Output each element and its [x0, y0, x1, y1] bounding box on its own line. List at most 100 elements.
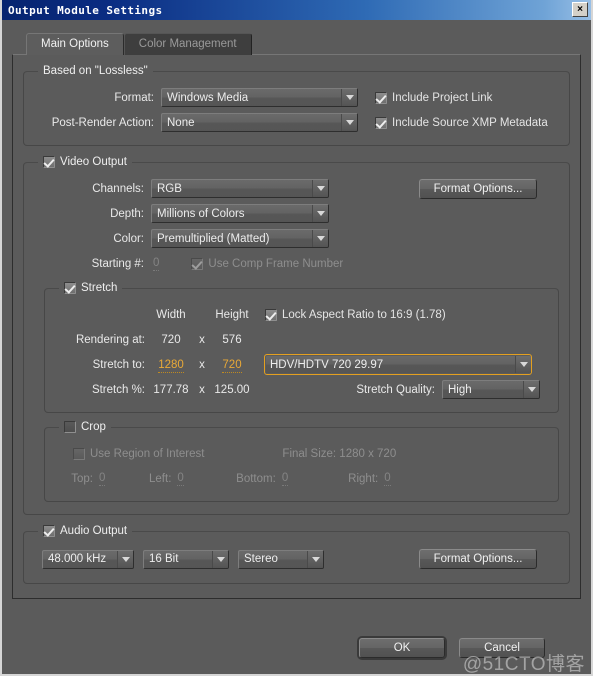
stretch-checkbox-icon[interactable] [64, 282, 76, 294]
checkbox-icon [375, 116, 387, 129]
color-value: Premultiplied (Matted) [157, 232, 270, 245]
audio-output-checkbox-icon[interactable] [43, 525, 55, 537]
stretch-preset-select[interactable]: HDV/HDTV 720 29.97 [264, 354, 532, 375]
stretch-percent-width-value[interactable]: 177.78 [145, 384, 197, 396]
ok-button[interactable]: OK [359, 638, 445, 658]
group-stretch: Stretch Width Height Lock Aspect Ratio t… [44, 282, 559, 413]
audio-bit-depth-select[interactable]: 16 Bit [143, 549, 229, 569]
color-label: Color: [113, 232, 144, 245]
depth-label: Depth: [110, 207, 144, 220]
crop-left-label: Left: [149, 472, 172, 485]
chevron-down-icon [341, 114, 357, 131]
stretch-quality-label: Stretch Quality: [356, 383, 435, 396]
rendering-at-width-value: 720 [161, 333, 181, 346]
post-render-action-value: None [167, 116, 195, 129]
final-size-label: Final Size: 1280 x 720 [282, 447, 397, 460]
channels-label: Channels: [92, 182, 144, 195]
stretch-percent-label: Stretch %: [91, 383, 145, 396]
rendering-at-label: Rendering at: [75, 333, 145, 346]
video-output-checkbox-icon[interactable] [43, 156, 55, 168]
group-video-output: Video Output Channels: RGB Format Option… [23, 156, 570, 515]
crop-checkbox-icon[interactable] [64, 421, 76, 433]
lock-aspect-ratio-label: Lock Aspect Ratio to 16:9 (1.78) [282, 308, 446, 321]
format-select[interactable]: Windows Media [161, 88, 358, 107]
stretch-to-height-value[interactable]: 720 [222, 358, 242, 373]
row-audio-settings: 48.000 kHz 16 Bit Stereo Format Options.… [34, 545, 559, 573]
checkbox-icon [73, 447, 85, 460]
stretch-to-separator: x [199, 358, 205, 371]
post-render-action-label: Post-Render Action: [51, 116, 154, 129]
starting-number-label: Starting #: [91, 257, 144, 270]
rendering-at-separator: x [199, 333, 205, 346]
dialog-content: Main Options Color Management Based on "… [2, 20, 591, 628]
crop-top-label: Top: [71, 472, 93, 485]
row-region-of-interest: Use Region of Interest Final Size: 1280 … [55, 441, 548, 466]
crop-bottom-label: Bottom: [236, 472, 276, 485]
include-project-link-checkbox[interactable]: Include Project Link [375, 91, 493, 104]
group-video-output-legend: Video Output [38, 156, 132, 168]
cancel-button[interactable]: Cancel [459, 638, 545, 658]
dialog-footer: OK Cancel @51CTO博客 [2, 628, 591, 675]
color-select[interactable]: Premultiplied (Matted) [151, 229, 329, 248]
channels-select[interactable]: RGB [151, 179, 329, 198]
checkbox-icon [265, 308, 277, 321]
audio-format-options-button[interactable]: Format Options... [419, 549, 537, 569]
chevron-down-icon [307, 550, 323, 568]
stretch-percent-separator: x [199, 383, 205, 396]
use-comp-frame-number-checkbox: Use Comp Frame Number [191, 257, 344, 270]
group-based-on: Based on "Lossless" Format: Windows Medi… [23, 65, 570, 146]
group-audio-output-label: Audio Output [60, 525, 128, 537]
lock-aspect-ratio-checkbox[interactable]: Lock Aspect Ratio to 16:9 (1.78) [265, 308, 446, 321]
stretch-to-label: Stretch to: [92, 358, 145, 371]
window-title: Output Module Settings [8, 3, 163, 17]
include-project-link-label: Include Project Link [392, 91, 493, 104]
starting-number-value[interactable]: 0 [153, 257, 160, 271]
row-format: Format: Windows Media Include Project Li… [34, 85, 559, 110]
stretch-col-height-header: Height [215, 308, 249, 321]
group-based-on-legend: Based on "Lossless" [38, 65, 153, 77]
row-color: Color: Premultiplied (Matted) [34, 226, 559, 251]
row-starting-number: Starting #: 0 Use Comp Frame Number [34, 251, 559, 276]
stretch-preset-value: HDV/HDTV 720 29.97 [270, 358, 384, 371]
video-format-options-button[interactable]: Format Options... [419, 178, 537, 199]
checkbox-icon [191, 257, 204, 270]
row-post-render-action: Post-Render Action: None Include Source … [34, 110, 559, 135]
audio-sample-rate-select[interactable]: 48.000 kHz [42, 549, 134, 569]
group-crop-legend: Crop [59, 421, 111, 433]
format-value: Windows Media [167, 91, 249, 104]
checkbox-icon [375, 91, 387, 104]
chevron-down-icon [312, 230, 328, 247]
use-comp-frame-number-label: Use Comp Frame Number [208, 257, 344, 270]
close-icon[interactable]: × [572, 2, 588, 17]
stretch-to-width-value[interactable]: 1280 [158, 358, 184, 373]
chevron-down-icon [523, 381, 539, 398]
chevron-down-icon [341, 89, 357, 106]
output-module-settings-dialog: Output Module Settings × Main Options Co… [0, 0, 593, 676]
channels-value: RGB [157, 182, 182, 195]
row-stretch-percent: Stretch %: 177.78 x 125.00 Stretch Quali… [55, 377, 548, 402]
tab-panel-main-options: Based on "Lossless" Format: Windows Medi… [12, 54, 581, 599]
stretch-quality-select[interactable]: High [442, 380, 540, 399]
group-video-output-label: Video Output [60, 156, 127, 168]
audio-channels-value: Stereo [244, 553, 278, 565]
group-based-on-label: Based on "Lossless" [43, 65, 148, 77]
row-rendering-at: Rendering at: 720 x 576 [55, 327, 548, 352]
row-crop-edges: Top: 0 Left: 0 Bottom: 0 Right: 0 [55, 466, 548, 491]
use-region-of-interest-label: Use Region of Interest [90, 447, 205, 460]
rendering-at-height-value: 576 [222, 333, 242, 346]
audio-sample-rate-value: 48.000 kHz [48, 553, 107, 565]
post-render-action-select[interactable]: None [161, 113, 358, 132]
group-crop-label: Crop [81, 421, 106, 433]
group-audio-output: Audio Output 48.000 kHz 16 Bit Stereo Fo… [23, 525, 570, 584]
chevron-down-icon [515, 356, 531, 373]
include-xmp-metadata-checkbox[interactable]: Include Source XMP Metadata [375, 116, 548, 129]
tab-color-management[interactable]: Color Management [123, 33, 252, 55]
chevron-down-icon [312, 205, 328, 222]
audio-channels-select[interactable]: Stereo [238, 549, 324, 569]
format-label: Format: [114, 91, 154, 104]
tab-main-options[interactable]: Main Options [26, 33, 124, 55]
stretch-percent-height-value[interactable]: 125.00 [207, 384, 257, 396]
title-bar[interactable]: Output Module Settings × [2, 0, 591, 20]
row-depth: Depth: Millions of Colors [34, 201, 559, 226]
depth-select[interactable]: Millions of Colors [151, 204, 329, 223]
